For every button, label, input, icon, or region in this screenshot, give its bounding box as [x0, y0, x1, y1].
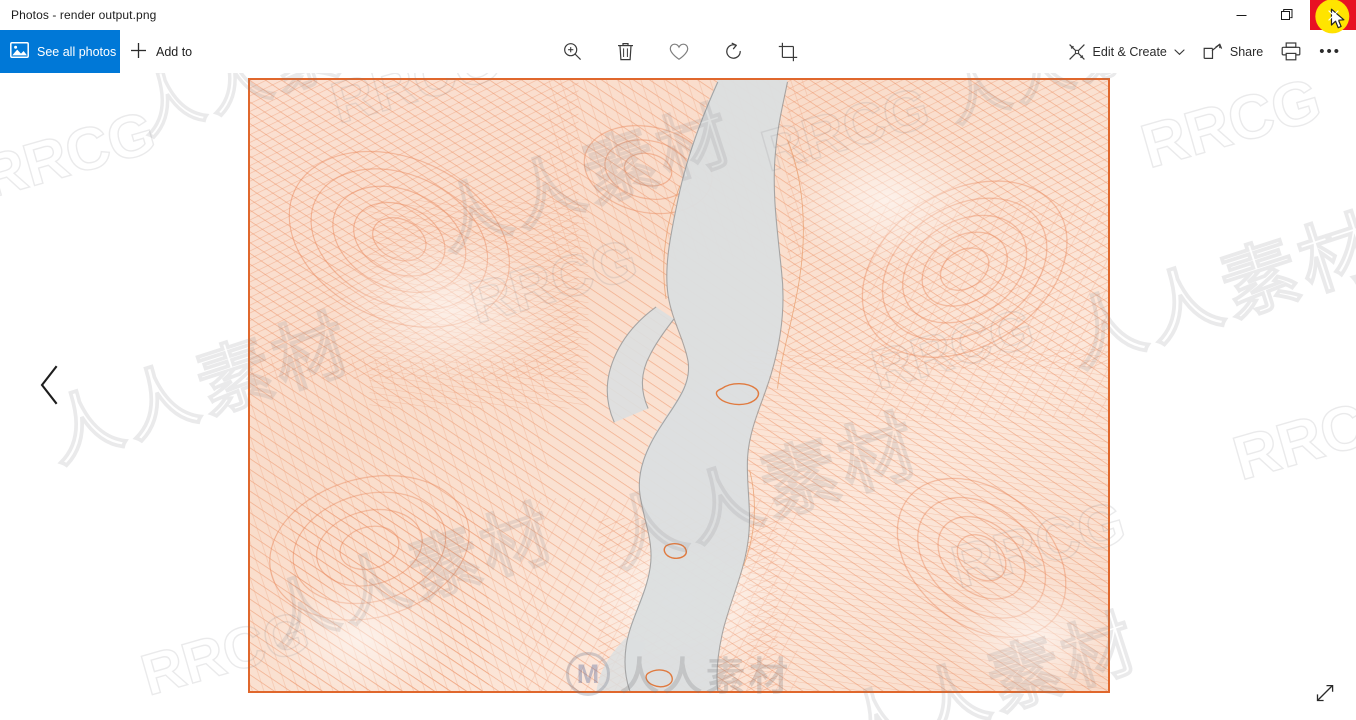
fullscreen-button[interactable]: [1308, 680, 1342, 710]
favorite-button[interactable]: [662, 34, 696, 70]
crop-button[interactable]: [771, 34, 805, 70]
add-to-label: Add to: [156, 44, 193, 59]
previous-image-button[interactable]: [30, 363, 70, 411]
minimize-button[interactable]: [1218, 0, 1264, 30]
ellipsis-icon: •••: [1319, 43, 1341, 60]
close-button[interactable]: [1310, 0, 1356, 34]
photos-app-window: Photos - render output.png See all photo…: [0, 0, 1356, 720]
title-bar: Photos - render output.png: [0, 0, 1356, 34]
plus-icon: [130, 42, 147, 62]
add-to-button[interactable]: Add to: [130, 30, 192, 73]
chevron-down-icon: [1174, 48, 1185, 56]
edit-create-icon: [1068, 43, 1086, 61]
photo-icon: [10, 42, 29, 61]
photo-image[interactable]: [248, 78, 1110, 693]
more-options-button[interactable]: •••: [1312, 34, 1348, 70]
photo-viewport: [0, 73, 1356, 720]
share-icon: [1203, 43, 1223, 60]
command-bar: See all photos Add to Edit & Create Shar…: [0, 30, 1356, 73]
share-label: Share: [1229, 44, 1264, 59]
rotate-button[interactable]: [717, 34, 750, 70]
print-icon: [1281, 42, 1301, 61]
share-button[interactable]: Share: [1196, 34, 1270, 70]
delete-button[interactable]: [610, 34, 641, 70]
window-controls: [1218, 0, 1356, 34]
expand-diagonal-icon: [1315, 683, 1335, 708]
edit-create-button[interactable]: Edit & Create: [1061, 34, 1192, 70]
heart-icon: [669, 43, 689, 61]
magnifier-plus-icon: [563, 42, 582, 61]
contour-map-render: [250, 80, 1108, 691]
trash-icon: [617, 42, 634, 61]
chevron-left-icon: [39, 365, 61, 410]
see-all-photos-button[interactable]: See all photos: [0, 30, 120, 73]
right-tool-group: Edit & Create Share •••: [1061, 30, 1348, 73]
center-tool-group: [556, 30, 805, 73]
print-button[interactable]: [1274, 34, 1308, 70]
rotate-icon: [724, 42, 743, 61]
window-title: Photos - render output.png: [11, 8, 157, 22]
crop-icon: [778, 42, 798, 62]
zoom-button[interactable]: [556, 34, 589, 70]
edit-create-label: Edit & Create: [1092, 44, 1167, 59]
see-all-photos-label: See all photos: [37, 44, 117, 59]
restore-button[interactable]: [1264, 0, 1310, 30]
